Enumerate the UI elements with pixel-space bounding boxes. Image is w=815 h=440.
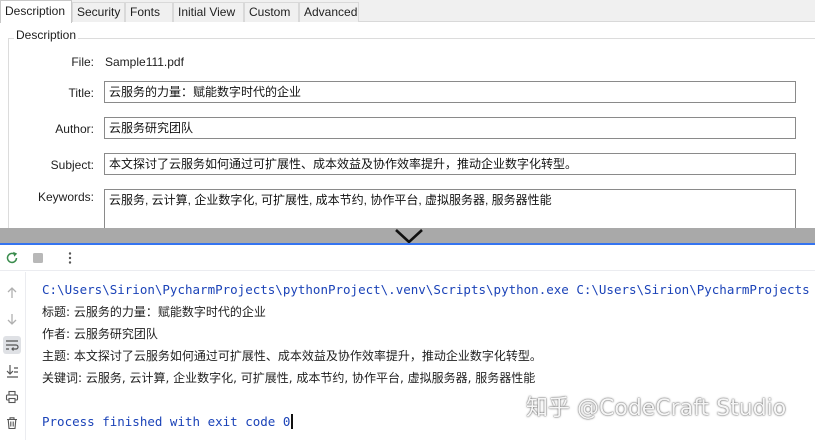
tab-fonts[interactable]: Fonts xyxy=(125,2,173,22)
file-name-value: Sample111.pdf xyxy=(105,55,184,69)
more-options-icon[interactable] xyxy=(61,249,79,267)
document-properties-dialog: Description Security Fonts Initial View … xyxy=(0,0,815,228)
tab-security[interactable]: Security xyxy=(72,2,125,22)
description-group-title: Description xyxy=(14,28,79,42)
text-caret xyxy=(291,414,293,429)
process-finished-text: Process finished with exit code 0 xyxy=(42,414,291,429)
subject-label: Subject: xyxy=(50,158,94,172)
properties-tab-bar: Description Security Fonts Initial View … xyxy=(0,0,815,23)
tab-initial-view[interactable]: Initial View xyxy=(173,2,244,22)
console-output-line: 标题: 云服务的力量：赋能数字时代的企业 xyxy=(42,305,266,319)
soft-wrap-icon[interactable] xyxy=(3,336,21,354)
console-output-line: 关键词: 云服务, 云计算, 企业数字化, 可扩展性, 成本节约, 协作平台, … xyxy=(42,371,536,385)
print-icon[interactable] xyxy=(3,388,21,406)
keywords-field[interactable]: 云服务, 云计算, 企业数字化, 可扩展性, 成本节约, 协作平台, 虚拟服务器… xyxy=(104,189,796,228)
stop-icon[interactable] xyxy=(29,249,47,267)
file-label: File: xyxy=(71,55,94,69)
scroll-to-end-icon[interactable] xyxy=(3,362,21,380)
console-toolbar xyxy=(0,245,815,271)
title-label: Title: xyxy=(68,86,94,100)
subject-field[interactable]: 本文探讨了云服务如何通过可扩展性、成本效益及协作效率提升，推动企业数字化转型。 xyxy=(104,153,796,175)
title-field[interactable]: 云服务的力量：赋能数字时代的企业 xyxy=(104,81,796,103)
clear-icon[interactable] xyxy=(3,414,21,432)
author-label: Author: xyxy=(55,122,94,136)
watermark: 知乎 @CodeCraft Studio xyxy=(526,396,787,421)
tab-description[interactable]: Description xyxy=(0,0,72,23)
scroll-down-icon[interactable] xyxy=(3,310,21,328)
console-output-line: 作者: 云服务研究团队 xyxy=(42,327,158,341)
console-side-toolbar xyxy=(0,272,26,440)
author-field[interactable]: 云服务研究团队 xyxy=(104,117,796,139)
rerun-icon[interactable] xyxy=(3,249,21,267)
tab-custom[interactable]: Custom xyxy=(244,2,299,22)
chevron-down-icon xyxy=(395,229,423,244)
console-command-line: C:\Users\Sirion\PycharmProjects\pythonPr… xyxy=(42,282,810,297)
scroll-up-icon[interactable] xyxy=(3,284,21,302)
keywords-label: Keywords: xyxy=(37,190,94,204)
tab-advanced[interactable]: Advanced xyxy=(299,2,359,22)
console-output-line: 主题: 本文探讨了云服务如何通过可扩展性、成本效益及协作效率提升，推动企业数字化… xyxy=(42,349,542,363)
